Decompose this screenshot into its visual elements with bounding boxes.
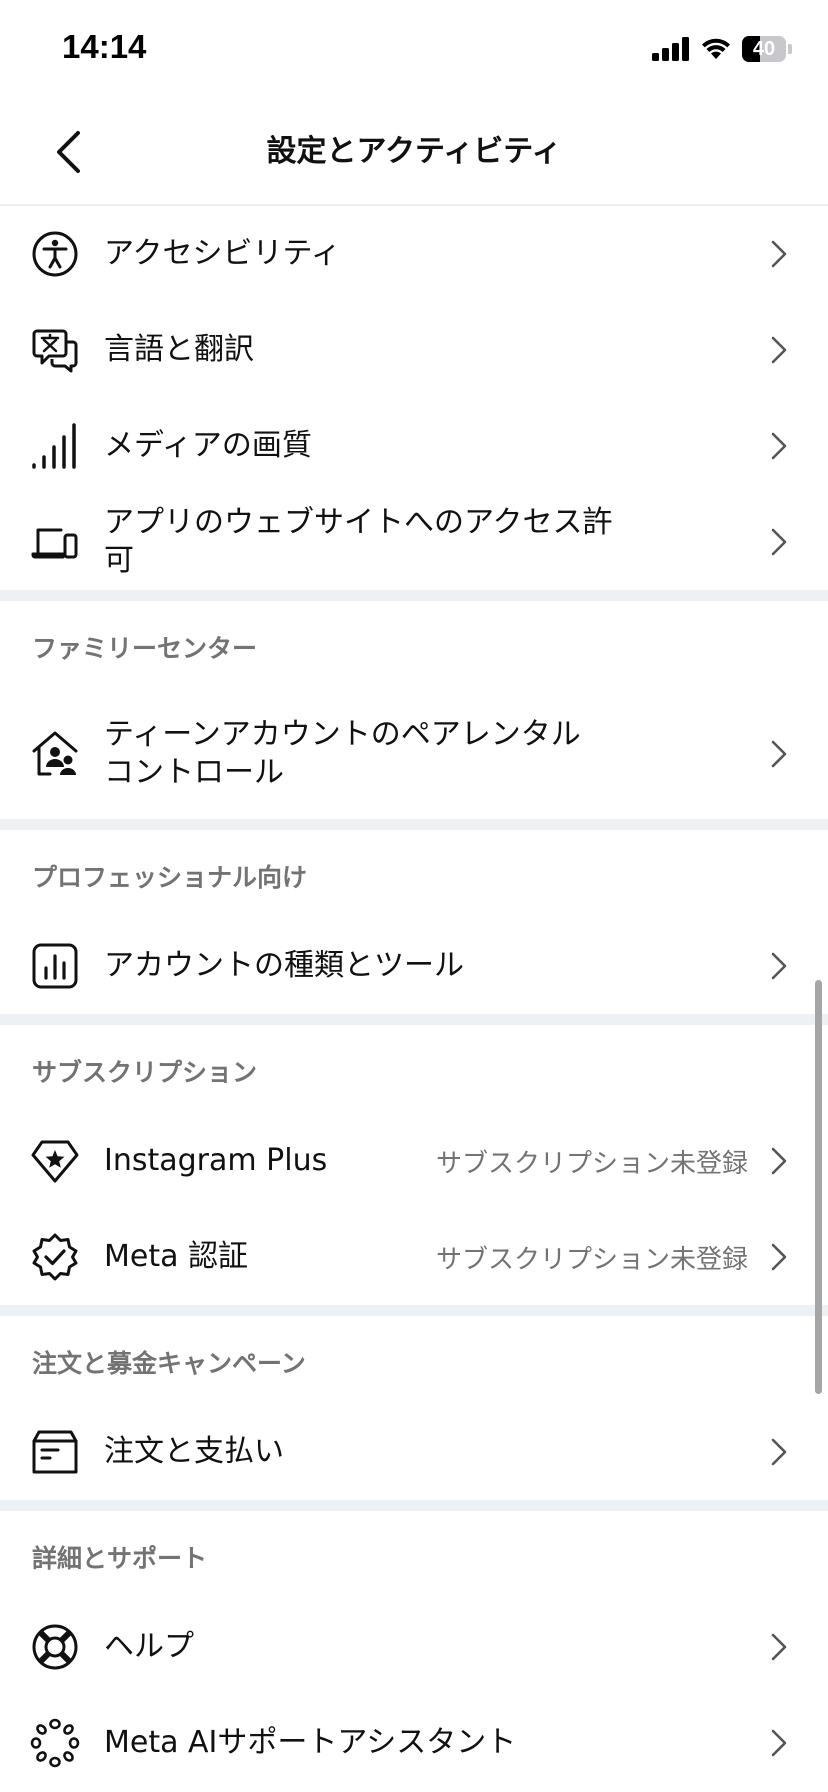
section-divider — [0, 1014, 828, 1025]
scrollbar[interactable] — [815, 980, 822, 1394]
section-divider — [0, 819, 828, 830]
row-label: ヘルプ — [104, 1629, 194, 1664]
battery-indicator: 40 — [742, 36, 792, 62]
row-label: 言語と翻訳 — [104, 332, 254, 367]
insights-chart-icon — [30, 941, 80, 991]
row-language-translation[interactable]: 言語と翻訳 — [0, 302, 828, 398]
chevron-left-icon — [57, 131, 80, 173]
section-header-subscriptions: サブスクリプション — [32, 1058, 258, 1087]
chevron-right-icon — [768, 1629, 790, 1665]
row-instagram-plus[interactable]: Instagram Plus サブスクリプション未登録 — [0, 1113, 828, 1209]
verified-badge-icon — [30, 1232, 80, 1282]
chevron-right-icon — [768, 736, 790, 772]
chevron-right-icon — [768, 1434, 790, 1470]
settings-list: アクセシビリティ 言語と翻訳 メディアの画質 アプリのウェブサイトへのアクセス許… — [0, 206, 828, 1791]
chevron-right-icon — [768, 524, 790, 560]
nav-header: 設定とアクティビティ — [0, 100, 828, 206]
back-button[interactable] — [40, 118, 96, 186]
row-label-line2: コントロール — [104, 755, 284, 790]
status-bar: 14:14 40 — [0, 0, 828, 100]
chevron-right-icon — [768, 236, 790, 272]
row-help[interactable]: ヘルプ — [0, 1599, 828, 1695]
row-media-quality[interactable]: メディアの画質 — [0, 398, 828, 494]
accessibility-icon — [30, 229, 80, 279]
chevron-right-icon — [768, 332, 790, 368]
status-time: 14:14 — [62, 28, 147, 65]
wifi-icon — [702, 38, 730, 59]
chevron-right-icon — [768, 428, 790, 464]
subscription-status: サブスクリプション未登録 — [435, 1244, 748, 1275]
chevron-right-icon — [768, 1143, 790, 1179]
battery-level: 40 — [752, 38, 776, 60]
section-header-family-center: ファミリーセンター — [32, 634, 258, 663]
section-divider — [0, 1500, 828, 1511]
row-label-line1: ティーンアカウントのペアレンタル — [104, 717, 581, 752]
row-label: 注文と支払い — [104, 1434, 284, 1469]
star-badge-icon — [30, 1136, 80, 1186]
signal-bars-icon — [30, 421, 80, 471]
page-title: 設定とアクティビティ — [266, 134, 562, 169]
section-header-orders: 注文と募金キャンペーン — [32, 1349, 306, 1378]
row-label: メディアの画質 — [104, 428, 312, 463]
lifebuoy-icon — [30, 1622, 80, 1672]
row-label: Meta AIサポートアシスタント — [104, 1725, 517, 1760]
row-label: アカウントの種類とツール — [104, 948, 464, 983]
cellular-signal-icon — [652, 37, 689, 61]
row-label: アクセシビリティ — [104, 236, 341, 271]
section-divider — [0, 1305, 828, 1316]
row-accessibility[interactable]: アクセシビリティ — [0, 206, 828, 302]
chevron-right-icon — [768, 1725, 790, 1761]
language-translate-icon — [30, 325, 80, 375]
chevron-right-icon — [768, 948, 790, 984]
section-divider — [0, 590, 828, 601]
row-parental-controls[interactable]: ティーンアカウントのペアレンタル コントロール — [0, 689, 828, 819]
section-header-support: 詳細とサポート — [32, 1544, 208, 1573]
row-orders-payments[interactable]: 注文と支払い — [0, 1404, 828, 1500]
receipt-box-icon — [30, 1427, 80, 1477]
devices-icon — [30, 517, 80, 567]
row-meta-ai-assistant[interactable]: Meta AIサポートアシスタント — [0, 1695, 828, 1791]
row-account-type-tools[interactable]: アカウントの種類とツール — [0, 918, 828, 1014]
row-website-permissions[interactable]: アプリのウェブサイトへのアクセス許可 — [0, 494, 828, 590]
section-header-professional: プロフェッショナル向け — [32, 863, 308, 892]
subscription-status: サブスクリプション未登録 — [435, 1148, 748, 1179]
row-label: アプリのウェブサイトへのアクセス許可 — [104, 505, 613, 578]
meta-ai-icon — [30, 1718, 80, 1768]
status-icons: 40 — [652, 34, 792, 64]
chevron-right-icon — [768, 1239, 790, 1275]
row-meta-verified[interactable]: Meta 認証 サブスクリプション未登録 — [0, 1209, 828, 1305]
family-home-icon — [30, 729, 80, 779]
row-label: ティーンアカウントのペアレンタル コントロール — [104, 716, 628, 792]
